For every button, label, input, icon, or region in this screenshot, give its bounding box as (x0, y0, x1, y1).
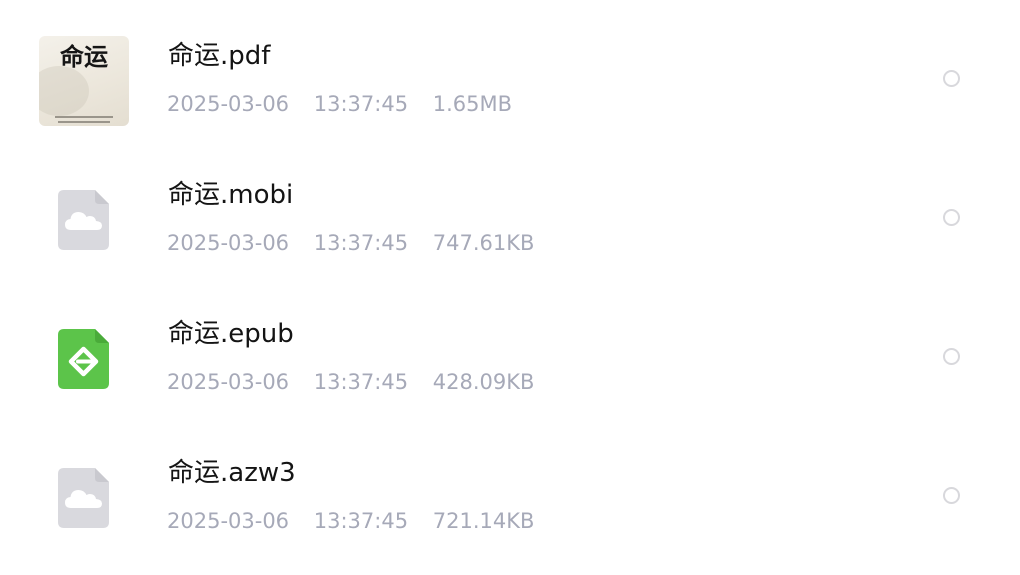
file-size: 428.09KB (432, 370, 535, 394)
file-name: 命运.pdf (168, 41, 271, 71)
file-size: 747.61KB (432, 231, 535, 255)
book-cover-thumbnail: 命运 (39, 36, 129, 126)
select-radio[interactable] (943, 209, 960, 226)
cloud-file-icon (58, 468, 109, 528)
file-meta: 2025-03-06 13:37:45 721.14KB (167, 506, 534, 536)
file-name: 命运.mobi (168, 180, 294, 210)
cover-fine-print (55, 116, 113, 118)
file-time: 13:37:45 (313, 509, 409, 533)
epub-file-icon (58, 329, 109, 389)
file-row-mobi[interactable]: 命运.mobi 2025-03-06 13:37:45 747.61KB (0, 151, 1020, 290)
file-row-azw3[interactable]: 命运.azw3 2025-03-06 13:37:45 721.14KB (0, 429, 1020, 568)
file-meta: 2025-03-06 13:37:45 428.09KB (167, 367, 534, 397)
file-time: 13:37:45 (313, 370, 409, 394)
select-radio[interactable] (943, 487, 960, 504)
file-date: 2025-03-06 (167, 509, 290, 533)
file-meta: 2025-03-06 13:37:45 1.65MB (167, 89, 512, 119)
cover-title: 命运 (60, 42, 108, 71)
file-time: 13:37:45 (313, 92, 409, 116)
file-time: 13:37:45 (313, 231, 409, 255)
file-date: 2025-03-06 (167, 92, 290, 116)
cover-texture (39, 66, 89, 116)
file-size: 721.14KB (432, 509, 535, 533)
file-date: 2025-03-06 (167, 231, 290, 255)
cloud-file-icon (58, 190, 109, 250)
file-name: 命运.epub (168, 319, 294, 349)
cover-fine-print (58, 121, 110, 123)
file-row-pdf[interactable]: 命运 命运.pdf 2025-03-06 13:37:45 1.65MB (0, 12, 1020, 151)
file-name: 命运.azw3 (168, 458, 296, 488)
select-radio[interactable] (943, 348, 960, 365)
file-meta: 2025-03-06 13:37:45 747.61KB (167, 228, 534, 258)
file-size: 1.65MB (432, 92, 513, 116)
file-list: 命运 命运.pdf 2025-03-06 13:37:45 1.65MB 命运.… (0, 0, 1020, 575)
file-date: 2025-03-06 (167, 370, 290, 394)
select-radio[interactable] (943, 70, 960, 87)
file-row-epub[interactable]: 命运.epub 2025-03-06 13:37:45 428.09KB (0, 290, 1020, 429)
